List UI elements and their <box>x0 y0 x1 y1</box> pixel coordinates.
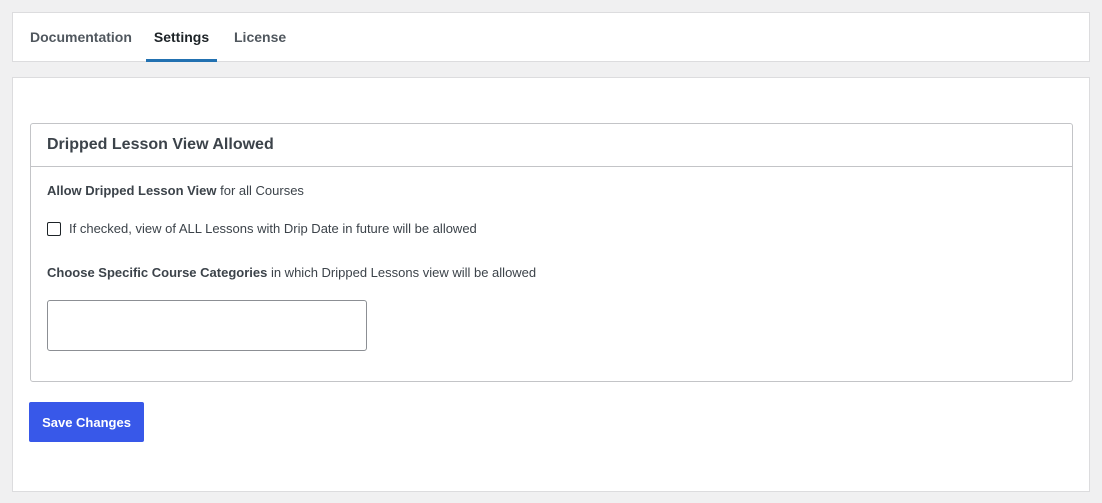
tab-settings[interactable]: Settings <box>146 13 217 62</box>
allow-all-row: If checked, view of ALL Lessons with Dri… <box>47 221 477 236</box>
allow-dripped-label-rest: for all Courses <box>216 183 304 198</box>
allow-dripped-label-bold: Allow Dripped Lesson View <box>47 183 217 198</box>
tab-license[interactable]: License <box>234 13 286 61</box>
categories-label-rest: in which Dripped Lessons view will be al… <box>267 265 537 280</box>
categories-label-bold: Choose Specific Course Categories <box>47 265 268 280</box>
dripped-lesson-card: Dripped Lesson View Allowed Allow Drippe… <box>30 123 1073 382</box>
allow-dripped-label: Allow Dripped Lesson View for all Course… <box>47 183 304 198</box>
allow-all-checkbox-label[interactable]: If checked, view of ALL Lessons with Dri… <box>69 221 477 236</box>
save-changes-button[interactable]: Save Changes <box>29 402 144 442</box>
settings-panel: Dripped Lesson View Allowed Allow Drippe… <box>12 77 1090 492</box>
card-title: Dripped Lesson View Allowed <box>31 124 1072 167</box>
categories-label: Choose Specific Course Categories in whi… <box>47 265 536 280</box>
tab-documentation[interactable]: Documentation <box>30 13 132 61</box>
settings-tabs: Documentation Settings License <box>12 12 1090 62</box>
course-categories-select[interactable] <box>47 300 367 351</box>
allow-all-checkbox[interactable] <box>47 221 61 236</box>
